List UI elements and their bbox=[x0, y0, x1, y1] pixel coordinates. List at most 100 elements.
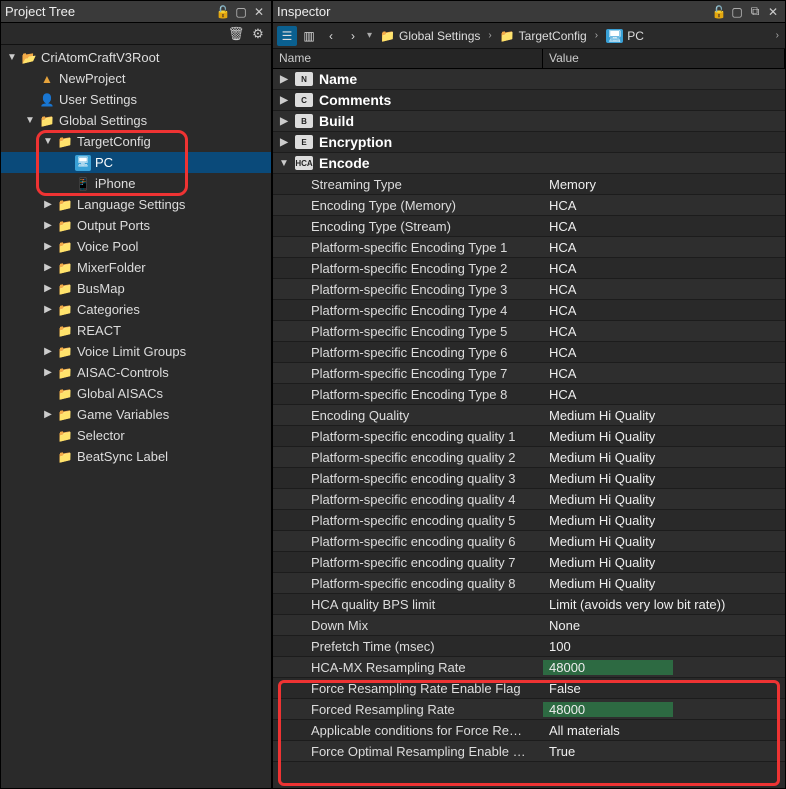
property-value[interactable]: HCA bbox=[543, 303, 785, 318]
view-grid-icon[interactable]: ▥ bbox=[299, 26, 319, 46]
chevron-right-icon[interactable]: ▶ bbox=[277, 93, 291, 107]
maximize-icon[interactable]: ▢ bbox=[729, 4, 745, 20]
property-row[interactable]: Platform-specific Encoding Type 7HCA bbox=[273, 363, 785, 384]
property-section[interactable]: ▶EEncryption bbox=[273, 132, 785, 153]
chevron-right-icon[interactable]: ▶ bbox=[277, 72, 291, 86]
property-row[interactable]: Platform-specific encoding quality 8Medi… bbox=[273, 573, 785, 594]
property-value[interactable]: Memory bbox=[543, 177, 785, 192]
property-section[interactable]: ▶BBuild bbox=[273, 111, 785, 132]
chevron-right-icon[interactable]: › bbox=[593, 30, 600, 41]
property-section[interactable]: ▶CComments bbox=[273, 90, 785, 111]
tree-node[interactable]: ▶📁MixerFolder bbox=[1, 257, 271, 278]
maximize-icon[interactable]: ▢ bbox=[233, 4, 249, 20]
tree-node[interactable]: ▶👤User Settings bbox=[1, 89, 271, 110]
chevron-right-icon[interactable]: ▶ bbox=[41, 261, 55, 275]
tree-node[interactable]: ▶📁Selector bbox=[1, 425, 271, 446]
chevron-right-icon[interactable]: ▶ bbox=[41, 366, 55, 380]
lock-icon[interactable]: 🔓 bbox=[215, 4, 231, 20]
property-row[interactable]: Platform-specific Encoding Type 1HCA bbox=[273, 237, 785, 258]
tree-node[interactable]: ▼📂CriAtomCraftV3Root bbox=[1, 47, 271, 68]
property-value[interactable]: Medium Hi Quality bbox=[543, 408, 785, 423]
tree-node[interactable]: ▶📁AISAC-Controls bbox=[1, 362, 271, 383]
property-value[interactable]: 48000 bbox=[543, 702, 673, 717]
property-value[interactable]: HCA bbox=[543, 366, 785, 381]
property-value[interactable]: True bbox=[543, 744, 785, 759]
property-row[interactable]: Prefetch Time (msec)100 bbox=[273, 636, 785, 657]
property-value[interactable]: 100 bbox=[543, 639, 785, 654]
property-row[interactable]: Platform-specific Encoding Type 3HCA bbox=[273, 279, 785, 300]
property-row[interactable]: Force Optimal Resampling Enable …True bbox=[273, 741, 785, 762]
property-row[interactable]: Platform-specific encoding quality 2Medi… bbox=[273, 447, 785, 468]
tree-node[interactable]: ▶📱iPhone bbox=[1, 173, 271, 194]
close-icon[interactable]: ✕ bbox=[251, 4, 267, 20]
tree-node[interactable]: ▶📁Language Settings bbox=[1, 194, 271, 215]
property-row[interactable]: Encoding Type (Memory)HCA bbox=[273, 195, 785, 216]
property-row[interactable]: Platform-specific Encoding Type 2HCA bbox=[273, 258, 785, 279]
breadcrumb-pc[interactable]: 🖥 PC bbox=[602, 26, 648, 46]
property-row[interactable]: Platform-specific encoding quality 4Medi… bbox=[273, 489, 785, 510]
tree-node[interactable]: ▶📁Game Variables bbox=[1, 404, 271, 425]
chevron-right-icon[interactable]: › bbox=[774, 30, 781, 41]
tree-node[interactable]: ▶▲NewProject bbox=[1, 68, 271, 89]
chevron-down-icon[interactable]: ▼ bbox=[5, 51, 19, 65]
property-value[interactable]: None bbox=[543, 618, 785, 633]
property-section[interactable]: ▼HCAEncode bbox=[273, 153, 785, 174]
tree-node[interactable]: ▼📁Global Settings bbox=[1, 110, 271, 131]
property-row[interactable]: Platform-specific encoding quality 5Medi… bbox=[273, 510, 785, 531]
tree-node[interactable]: ▶📁Categories bbox=[1, 299, 271, 320]
chevron-right-icon[interactable]: ▶ bbox=[41, 219, 55, 233]
property-row[interactable]: Encoding QualityMedium Hi Quality bbox=[273, 405, 785, 426]
breadcrumb-global-settings[interactable]: 📁 Global Settings bbox=[376, 26, 484, 46]
chevron-right-icon[interactable]: ▶ bbox=[277, 114, 291, 128]
chevron-right-icon[interactable]: ▶ bbox=[41, 408, 55, 422]
property-value[interactable]: HCA bbox=[543, 240, 785, 255]
property-value[interactable]: Medium Hi Quality bbox=[543, 576, 785, 591]
breadcrumb-targetconfig[interactable]: 📁 TargetConfig bbox=[496, 26, 591, 46]
property-value[interactable]: False bbox=[543, 681, 785, 696]
tree-node[interactable]: ▶📁Global AISACs bbox=[1, 383, 271, 404]
tree-node[interactable]: ▶🖥PC bbox=[1, 152, 271, 173]
property-row[interactable]: Platform-specific Encoding Type 8HCA bbox=[273, 384, 785, 405]
property-value[interactable]: HCA bbox=[543, 345, 785, 360]
chevron-down-icon[interactable]: ▼ bbox=[23, 114, 37, 128]
property-value[interactable]: HCA bbox=[543, 261, 785, 276]
property-value[interactable]: Medium Hi Quality bbox=[543, 492, 785, 507]
property-row[interactable]: Force Resampling Rate Enable FlagFalse bbox=[273, 678, 785, 699]
view-list-icon[interactable]: ☰ bbox=[277, 26, 297, 46]
property-row[interactable]: Platform-specific Encoding Type 5HCA bbox=[273, 321, 785, 342]
property-value[interactable]: Medium Hi Quality bbox=[543, 450, 785, 465]
property-row[interactable]: Down MixNone bbox=[273, 615, 785, 636]
property-value[interactable]: HCA bbox=[543, 282, 785, 297]
chevron-down-icon[interactable]: ▼ bbox=[41, 135, 55, 149]
property-value[interactable]: Limit (avoids very low bit rate)) bbox=[543, 597, 785, 612]
property-value[interactable]: Medium Hi Quality bbox=[543, 513, 785, 528]
tree-node[interactable]: ▶📁Output Ports bbox=[1, 215, 271, 236]
property-row[interactable]: Platform-specific Encoding Type 4HCA bbox=[273, 300, 785, 321]
property-value[interactable]: HCA bbox=[543, 198, 785, 213]
property-section[interactable]: ▶NName bbox=[273, 69, 785, 90]
tree-node[interactable]: ▶📁BeatSync Label bbox=[1, 446, 271, 467]
tree-node[interactable]: ▶📁Voice Pool bbox=[1, 236, 271, 257]
column-name-header[interactable]: Name bbox=[273, 49, 543, 68]
tree-node[interactable]: ▼📁TargetConfig bbox=[1, 131, 271, 152]
chevron-down-icon[interactable]: ▼ bbox=[277, 156, 291, 170]
nav-back-icon[interactable]: ‹ bbox=[321, 26, 341, 46]
property-row[interactable]: Encoding Type (Stream)HCA bbox=[273, 216, 785, 237]
project-tree[interactable]: ▼📂CriAtomCraftV3Root▶▲NewProject▶👤User S… bbox=[1, 45, 271, 788]
tree-node[interactable]: ▶📁REACT bbox=[1, 320, 271, 341]
property-row[interactable]: Platform-specific encoding quality 7Medi… bbox=[273, 552, 785, 573]
property-row[interactable]: Applicable conditions for Force Re…All m… bbox=[273, 720, 785, 741]
property-value[interactable]: Medium Hi Quality bbox=[543, 471, 785, 486]
property-list[interactable]: ▶NName▶CComments▶BBuild▶EEncryption▼HCAE… bbox=[273, 69, 785, 788]
property-row[interactable]: Streaming TypeMemory bbox=[273, 174, 785, 195]
chevron-down-icon[interactable]: ▾ bbox=[365, 30, 374, 41]
property-row[interactable]: Platform-specific encoding quality 1Medi… bbox=[273, 426, 785, 447]
property-row[interactable]: Platform-specific Encoding Type 6HCA bbox=[273, 342, 785, 363]
property-value[interactable]: Medium Hi Quality bbox=[543, 534, 785, 549]
tree-node[interactable]: ▶📁BusMap bbox=[1, 278, 271, 299]
nav-forward-icon[interactable]: › bbox=[343, 26, 363, 46]
chevron-right-icon[interactable]: ▶ bbox=[41, 282, 55, 296]
chevron-right-icon[interactable]: ▶ bbox=[41, 198, 55, 212]
column-value-header[interactable]: Value bbox=[543, 49, 785, 68]
popout-icon[interactable]: ⧉ bbox=[747, 4, 763, 20]
